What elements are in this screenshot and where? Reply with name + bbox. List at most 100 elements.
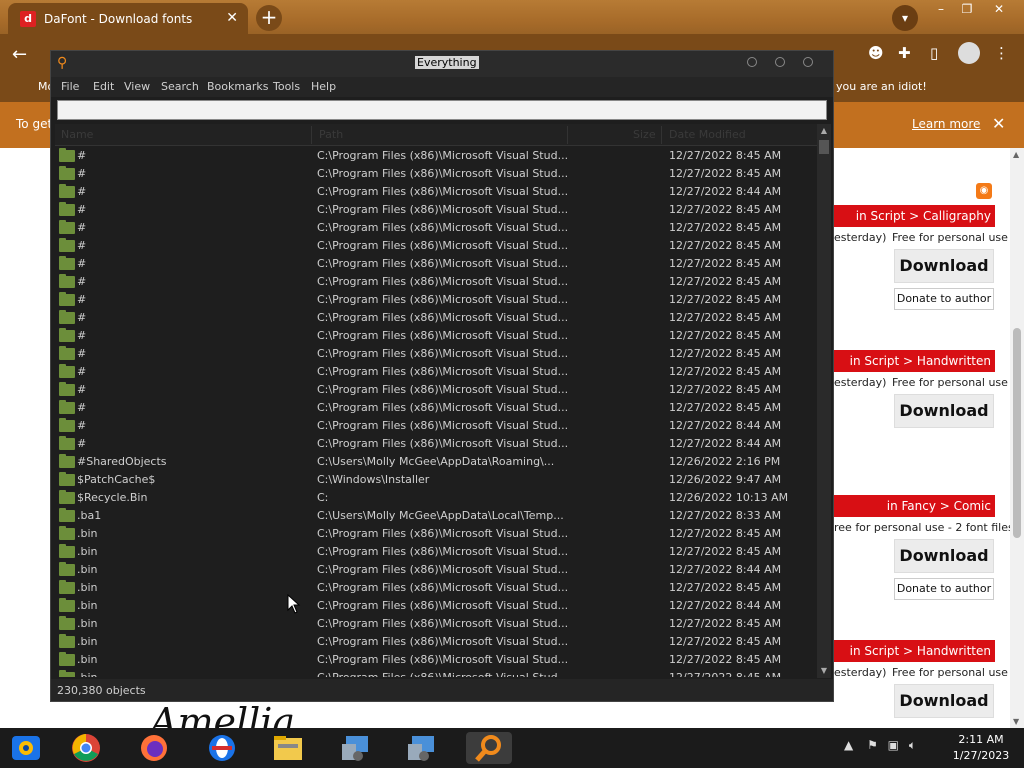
column-divider[interactable] [567,126,568,144]
download-button[interactable]: Download [894,394,994,428]
list-item[interactable]: # C:\Program Files (x86)\Microsoft Visual… [55,309,817,327]
list-item[interactable]: .bin C:\Program Files (x86)\Microsoft Vis… [55,561,817,579]
menu-file[interactable]: File [61,80,79,93]
restore-button[interactable]: ❐ [954,2,980,18]
photos-icon[interactable] [6,732,46,764]
list-item[interactable]: # C:\Program Files (x86)\Microsoft Visual… [55,345,817,363]
menu-search[interactable]: Search [161,80,199,93]
close-window-button[interactable]: ✕ [986,2,1012,18]
new-tab-button[interactable]: + [256,5,282,31]
list-item[interactable]: $PatchCache$ C:\Windows\Installer 12/26/20… [55,471,817,489]
list-item[interactable]: # C:\Program Files (x86)\Microsoft Visual… [55,363,817,381]
results-scroll-thumb[interactable] [819,140,829,154]
category-bar[interactable]: in Script > Handwritten [834,640,995,662]
menu-edit[interactable]: Edit [93,80,114,93]
list-item[interactable]: # C:\Program Files (x86)\Microsoft Visual… [55,273,817,291]
folder-icon [59,166,75,180]
results-scrollbar[interactable]: ▲ ▼ [817,124,831,678]
network-admin-icon[interactable] [336,732,376,764]
list-item[interactable]: # C:\Program Files (x86)\Microsoft Visual… [55,237,817,255]
column-divider[interactable] [311,126,312,144]
menu-help[interactable]: Help [311,80,336,93]
profile-emoji-icon[interactable]: ☻ [868,44,884,62]
minimize-button[interactable] [747,57,757,67]
chrome-icon[interactable] [66,732,106,764]
account-avatar-icon[interactable] [958,42,980,64]
page-scroll-thumb[interactable] [1013,328,1021,538]
extensions-icon[interactable]: ✚ [898,44,911,62]
file-explorer-icon[interactable] [268,732,308,764]
list-item[interactable]: .bin C:\Program Files (x86)\Microsoft Vis… [55,633,817,651]
list-item[interactable]: # C:\Program Files (x86)\Microsoft Visual… [55,183,817,201]
everything-icon[interactable] [466,732,512,764]
remote-admin-icon[interactable] [402,732,442,764]
minimize-button[interactable]: – [928,2,954,18]
info-close-button[interactable]: ✕ [992,114,1005,133]
firefox-icon[interactable] [134,732,174,764]
category-bar[interactable]: in Fancy > Comic [834,495,995,517]
column-divider[interactable] [661,126,662,144]
volume-icon[interactable]: 🔈︎ [909,738,916,752]
results-list[interactable]: # C:\Program Files (x86)\Microsoft Visual… [55,147,817,677]
list-item[interactable]: .bin C:\Program Files (x86)\Microsoft Vis… [55,615,817,633]
list-item[interactable]: .bin C:\Program Files (x86)\Microsoft Vis… [55,651,817,669]
back-arrow-icon[interactable]: ← [12,44,27,65]
item-date: 12/26/2022 9:47 AM [669,473,782,486]
list-item[interactable]: # C:\Program Files (x86)\Microsoft Visual… [55,435,817,453]
list-item[interactable]: .bin C:\Program Files (x86)\Microsoft Vis… [55,543,817,561]
list-item[interactable]: # C:\Program Files (x86)\Microsoft Visual… [55,201,817,219]
bookmark-item[interactable]: you are an idiot! [836,80,927,93]
everything-titlebar[interactable]: ⚲ Everything [51,51,833,77]
list-item[interactable]: # C:\Program Files (x86)\Microsoft Visual… [55,291,817,309]
list-item[interactable]: # C:\Program Files (x86)\Microsoft Visual… [55,327,817,345]
menu-tools[interactable]: Tools [273,80,300,93]
list-item[interactable]: .bin C:\Program Files (x86)\Microsoft Vis… [55,669,817,677]
column-path[interactable]: Path [319,128,343,141]
action-center-flag-icon[interactable]: ⚑ [867,738,878,752]
list-item[interactable]: # C:\Program Files (x86)\Microsoft Visual… [55,165,817,183]
more-menu-icon[interactable]: ⋮ [994,44,1009,62]
download-button[interactable]: Download [894,684,994,718]
list-item[interactable]: # C:\Program Files (x86)\Microsoft Visual… [55,147,817,165]
tab-search-icon[interactable]: ▾ [892,5,918,31]
list-item[interactable]: # C:\Program Files (x86)\Microsoft Visual… [55,399,817,417]
list-item[interactable]: .ba1 C:\Users\Molly McGee\AppData\Local\T… [55,507,817,525]
list-item[interactable]: #SharedObjects C:\Users\Molly McGee\AppDa… [55,453,817,471]
browser-tab[interactable]: d DaFont - Download fonts ✕ [8,3,248,34]
close-button[interactable] [803,57,813,67]
clock[interactable]: 2:11 AM 1/27/2023 [948,732,1014,764]
page-scrollbar[interactable]: ▲ ▼ [1010,148,1024,728]
rss-icon[interactable]: ◉ [976,183,992,199]
scroll-up-icon[interactable]: ▲ [1013,150,1019,159]
show-hidden-icons-icon[interactable]: ▲ [844,738,853,752]
scroll-up-icon[interactable]: ▲ [819,126,829,136]
column-date-modified[interactable]: Date Modified [669,128,746,141]
list-item[interactable]: .bin C:\Program Files (x86)\Microsoft Vis… [55,579,817,597]
column-name[interactable]: Name [61,128,93,141]
list-item[interactable]: # C:\Program Files (x86)\Microsoft Visual… [55,417,817,435]
list-item[interactable]: # C:\Program Files (x86)\Microsoft Visual… [55,219,817,237]
donate-button[interactable]: Donate to author [894,578,994,600]
download-button[interactable]: Download [894,539,994,573]
list-item[interactable]: # C:\Program Files (x86)\Microsoft Visual… [55,381,817,399]
sidebar-icon[interactable]: ▯ [930,44,938,62]
list-item[interactable]: .bin C:\Program Files (x86)\Microsoft Vis… [55,525,817,543]
list-item[interactable]: $Recycle.Bin C: 12/26/2022 10:13 AM [55,489,817,507]
learn-more-link[interactable]: Learn more [912,117,980,131]
search-input[interactable] [57,100,827,120]
category-bar[interactable]: in Script > Handwritten [834,350,995,372]
donate-button[interactable]: Donate to author [894,288,994,310]
menu-view[interactable]: View [124,80,150,93]
menu-bookmarks[interactable]: Bookmarks [207,80,268,93]
column-size[interactable]: Size [633,128,656,141]
scroll-down-icon[interactable]: ▼ [819,666,829,676]
list-item[interactable]: .bin C:\Program Files (x86)\Microsoft Vis… [55,597,817,615]
network-icon[interactable]: ▣ [888,738,899,752]
category-bar[interactable]: in Script > Calligraphy [834,205,995,227]
list-item[interactable]: # C:\Program Files (x86)\Microsoft Visual… [55,255,817,273]
opera-icon[interactable] [202,732,242,764]
maximize-button[interactable] [775,57,785,67]
scroll-down-icon[interactable]: ▼ [1013,717,1019,726]
tab-close-button[interactable]: ✕ [226,10,238,26]
download-button[interactable]: Download [894,249,994,283]
